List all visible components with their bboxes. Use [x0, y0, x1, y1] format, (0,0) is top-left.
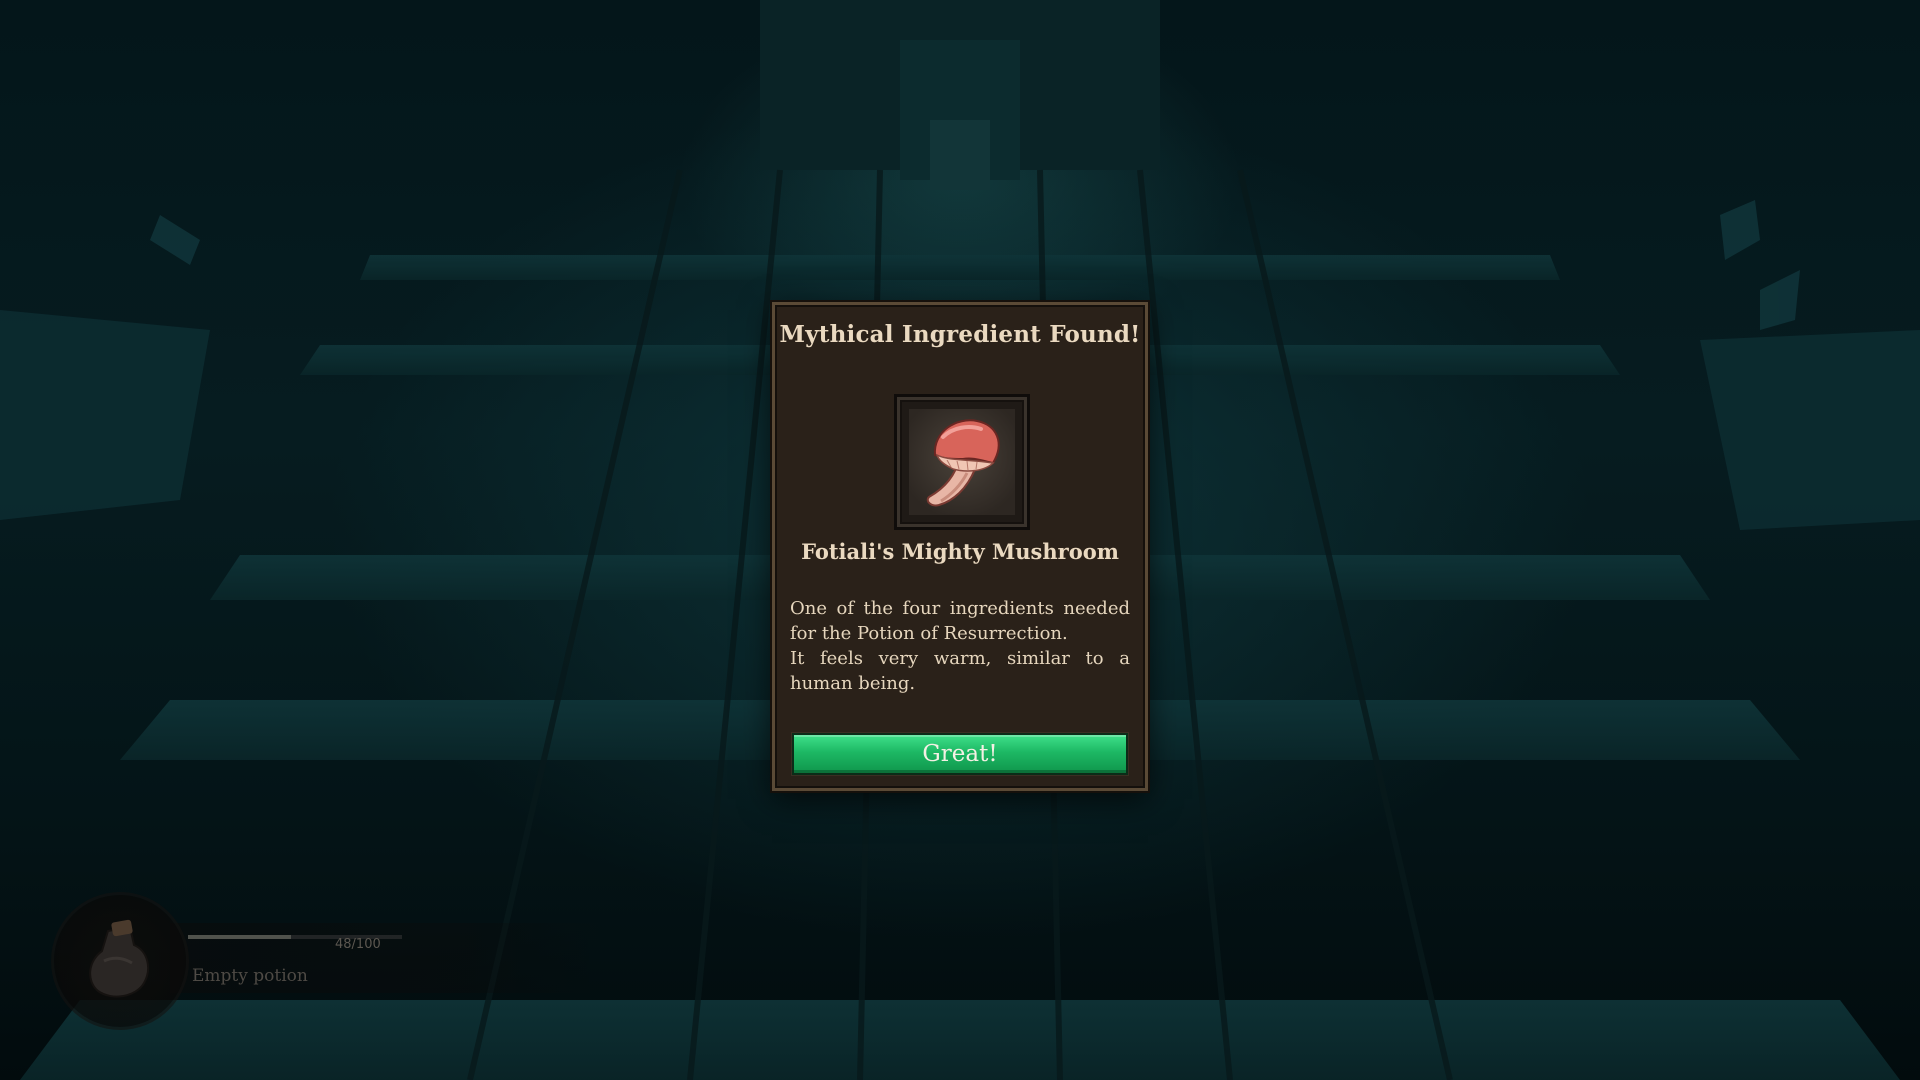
potion-count: 48/100 — [335, 937, 381, 952]
item-description: One of the four ingredients needed for t… — [790, 596, 1130, 696]
ingredient-found-dialog: Mythical Ingredient Found! Fotiali's Mig… — [772, 302, 1148, 791]
potion-slot[interactable] — [54, 895, 186, 1027]
item-icon-frame — [894, 394, 1030, 530]
potion-flask-icon — [89, 919, 150, 998]
item-name: Fotiali's Mighty Mushroom — [801, 539, 1119, 564]
great-confirm-button[interactable]: Great! — [792, 733, 1128, 775]
item-description-line: One of the four ingredients needed for t… — [790, 598, 1130, 644]
dialog-title: Mythical Ingredient Found! — [779, 321, 1141, 348]
mushroom-icon — [926, 419, 1000, 507]
potion-hud: 48/100 Empty potion — [50, 895, 600, 1027]
potion-progress-fill — [188, 935, 291, 939]
potion-label: Empty potion — [192, 966, 308, 986]
item-description-line: It feels very warm, similar to a human b… — [790, 648, 1130, 694]
